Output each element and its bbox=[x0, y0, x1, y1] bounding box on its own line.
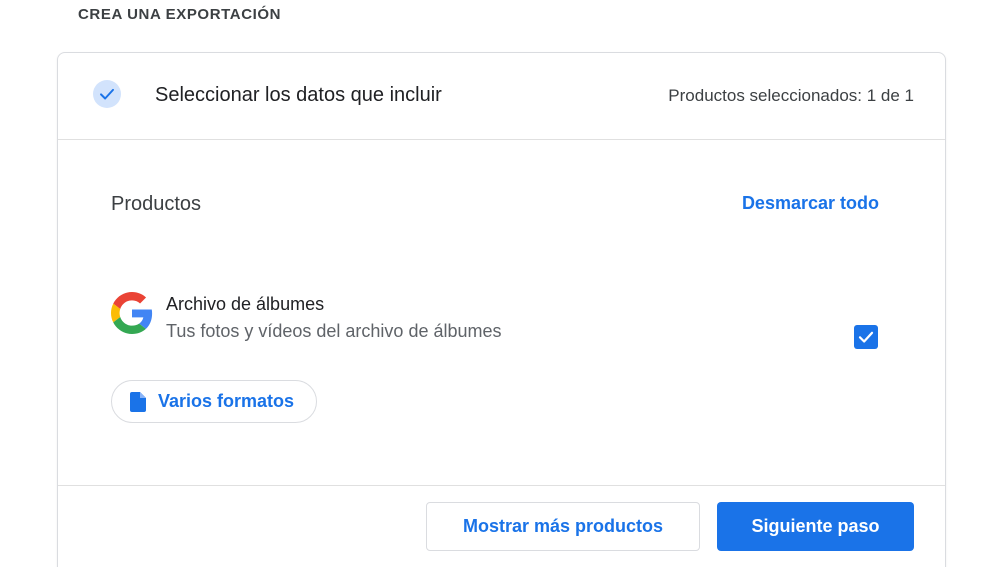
product-checkbox[interactable] bbox=[854, 325, 878, 349]
export-page: CREA UNA EXPORTACIÓN Seleccionar los dat… bbox=[0, 0, 1000, 567]
products-heading: Productos bbox=[111, 193, 202, 215]
deselect-all-link[interactable]: Desmarcar todo bbox=[742, 193, 879, 214]
product-description: Tus fotos y vídeos del archivo de álbume… bbox=[166, 321, 502, 341]
section-heading: CREA UNA EXPORTACIÓN bbox=[78, 6, 282, 23]
selected-products-count: Productos seleccionados: 1 de 1 bbox=[668, 86, 914, 105]
file-icon bbox=[130, 391, 146, 412]
format-chip-button[interactable]: Varios formatos bbox=[111, 380, 318, 423]
product-row-album-archive: Archivo de álbumes Tus fotos y vídeos de… bbox=[111, 289, 881, 369]
checkbox-check-icon bbox=[858, 331, 874, 343]
card-footer: Mostrar más productos Siguiente paso bbox=[58, 485, 945, 567]
show-more-products-button[interactable]: Mostrar más productos bbox=[426, 502, 700, 551]
format-label: Varios formatos bbox=[158, 391, 295, 411]
step-complete-indicator bbox=[93, 80, 121, 108]
step-header[interactable]: Seleccionar los datos que incluir Produc… bbox=[58, 53, 945, 140]
next-step-button[interactable]: Siguiente paso bbox=[717, 502, 914, 551]
check-icon bbox=[100, 88, 114, 100]
export-card: Seleccionar los datos que incluir Produc… bbox=[57, 52, 946, 567]
google-logo-icon bbox=[111, 292, 153, 334]
step-title: Seleccionar los datos que incluir bbox=[155, 84, 442, 106]
product-name: Archivo de álbumes bbox=[166, 294, 325, 314]
